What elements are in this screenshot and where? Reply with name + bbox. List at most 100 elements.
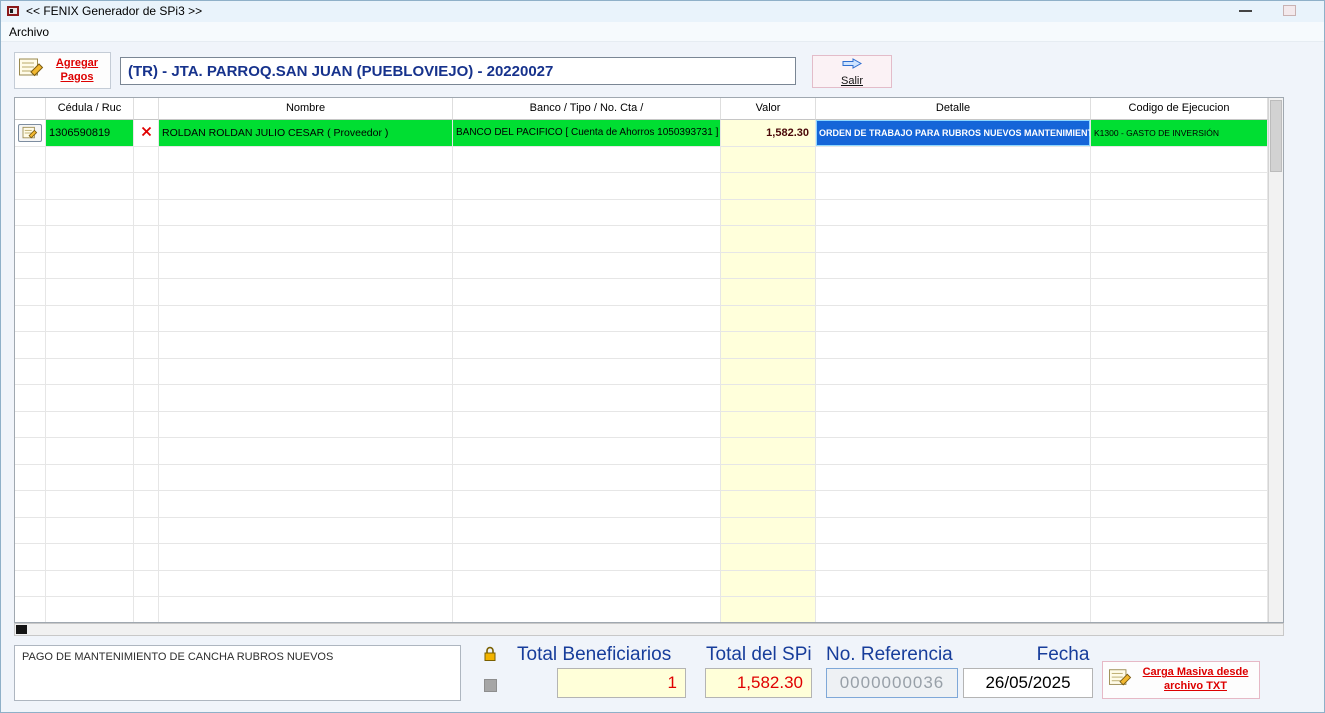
column-header[interactable]: Valor: [721, 98, 816, 120]
cell-nombre[interactable]: [159, 491, 453, 518]
cell-detalle[interactable]: [816, 200, 1091, 227]
cell-valor[interactable]: [721, 306, 816, 333]
cell-detalle[interactable]: [816, 412, 1091, 439]
cell-cedula[interactable]: [46, 597, 134, 623]
cell-icon[interactable]: [15, 491, 46, 518]
cell-nombre[interactable]: [159, 147, 453, 174]
cell-banco[interactable]: [453, 279, 721, 306]
cell-del[interactable]: [134, 226, 159, 253]
close-button[interactable]: [1283, 5, 1296, 16]
table-row[interactable]: [15, 544, 1268, 571]
column-header[interactable]: Codigo de Ejecucion: [1091, 98, 1268, 120]
cell-icon[interactable]: [15, 279, 46, 306]
cell-nombre[interactable]: [159, 438, 453, 465]
table-row[interactable]: [15, 518, 1268, 545]
cell-nombre[interactable]: [159, 226, 453, 253]
horizontal-scrollbar-thumb[interactable]: [16, 625, 27, 634]
detalle-pago-textarea[interactable]: PAGO DE MANTENIMIENTO DE CANCHA RUBROS N…: [14, 645, 461, 701]
cell-cedula[interactable]: [46, 253, 134, 280]
cell-icon[interactable]: [15, 544, 46, 571]
cell-banco[interactable]: [453, 544, 721, 571]
cell-del[interactable]: [134, 571, 159, 598]
cell-cedula[interactable]: 1306590819: [46, 120, 134, 147]
cell-codigo_ejecucion[interactable]: [1091, 253, 1268, 280]
cell-banco[interactable]: BANCO DEL PACIFICO [ Cuenta de Ahorros 1…: [453, 120, 721, 147]
cell-detalle[interactable]: [816, 173, 1091, 200]
cell-detalle[interactable]: [816, 253, 1091, 280]
table-row[interactable]: [15, 465, 1268, 492]
cell-icon[interactable]: [15, 359, 46, 386]
cell-nombre[interactable]: [159, 253, 453, 280]
cell-codigo_ejecucion[interactable]: [1091, 491, 1268, 518]
cell-banco[interactable]: [453, 438, 721, 465]
cell-nombre[interactable]: [159, 385, 453, 412]
cell-codigo_ejecucion[interactable]: [1091, 226, 1268, 253]
cell-codigo_ejecucion[interactable]: [1091, 412, 1268, 439]
table-row[interactable]: [15, 279, 1268, 306]
cell-banco[interactable]: [453, 597, 721, 623]
cell-banco[interactable]: [453, 147, 721, 174]
cell-banco[interactable]: [453, 465, 721, 492]
entity-input[interactable]: (TR) - JTA. PARROQ.SAN JUAN (PUEBLOVIEJO…: [120, 57, 796, 85]
cell-banco[interactable]: [453, 200, 721, 227]
cell-icon[interactable]: [15, 306, 46, 333]
cell-del[interactable]: [134, 438, 159, 465]
cell-icon[interactable]: [15, 597, 46, 623]
cell-cedula[interactable]: [46, 385, 134, 412]
cell-nombre[interactable]: [159, 597, 453, 623]
locked-checkbox[interactable]: [484, 679, 497, 692]
cell-cedula[interactable]: [46, 173, 134, 200]
cell-banco[interactable]: [453, 385, 721, 412]
menu-item-archivo[interactable]: Archivo: [0, 22, 58, 41]
cell-detalle[interactable]: [816, 359, 1091, 386]
cell-valor[interactable]: [721, 597, 816, 623]
cell-banco[interactable]: [453, 332, 721, 359]
edit-row-button[interactable]: [18, 124, 42, 142]
cell-detalle[interactable]: [816, 491, 1091, 518]
fecha-input[interactable]: 26/05/2025: [963, 668, 1093, 698]
cell-valor[interactable]: 1,582.30: [721, 120, 816, 147]
cell-valor[interactable]: [721, 544, 816, 571]
cell-detalle[interactable]: [816, 279, 1091, 306]
carga-masiva-button[interactable]: Carga Masiva desde archivo TXT: [1102, 661, 1260, 699]
cell-valor[interactable]: [721, 226, 816, 253]
cell-codigo_ejecucion[interactable]: [1091, 438, 1268, 465]
cell-cedula[interactable]: [46, 359, 134, 386]
cell-icon[interactable]: [15, 571, 46, 598]
cell-del[interactable]: [134, 332, 159, 359]
cell-valor[interactable]: [721, 279, 816, 306]
cell-icon[interactable]: [15, 120, 46, 147]
cell-nombre[interactable]: [159, 200, 453, 227]
table-row[interactable]: [15, 412, 1268, 439]
cell-cedula[interactable]: [46, 412, 134, 439]
cell-banco[interactable]: [453, 518, 721, 545]
table-row[interactable]: [15, 385, 1268, 412]
cell-icon[interactable]: [15, 465, 46, 492]
padlock-icon[interactable]: [482, 646, 498, 667]
vertical-scrollbar-thumb[interactable]: [1270, 100, 1282, 172]
cell-del[interactable]: [134, 359, 159, 386]
cell-icon[interactable]: [15, 518, 46, 545]
cell-valor[interactable]: [721, 491, 816, 518]
column-header[interactable]: Nombre: [159, 98, 453, 120]
cell-icon[interactable]: [15, 253, 46, 280]
table-row[interactable]: [15, 491, 1268, 518]
delete-x-icon[interactable]: [140, 125, 153, 141]
column-header[interactable]: Detalle: [816, 98, 1091, 120]
cell-valor[interactable]: [721, 571, 816, 598]
cell-nombre[interactable]: [159, 359, 453, 386]
cell-del[interactable]: [134, 147, 159, 174]
cell-del[interactable]: [134, 412, 159, 439]
cell-cedula[interactable]: [46, 518, 134, 545]
cell-icon[interactable]: [15, 147, 46, 174]
vertical-scrollbar[interactable]: [1268, 98, 1283, 622]
cell-banco[interactable]: [453, 306, 721, 333]
table-row[interactable]: [15, 173, 1268, 200]
cell-codigo_ejecucion[interactable]: [1091, 173, 1268, 200]
cell-nombre[interactable]: [159, 465, 453, 492]
cell-detalle[interactable]: [816, 147, 1091, 174]
cell-valor[interactable]: [721, 518, 816, 545]
cell-cedula[interactable]: [46, 147, 134, 174]
cell-nombre[interactable]: [159, 332, 453, 359]
cell-valor[interactable]: [721, 359, 816, 386]
